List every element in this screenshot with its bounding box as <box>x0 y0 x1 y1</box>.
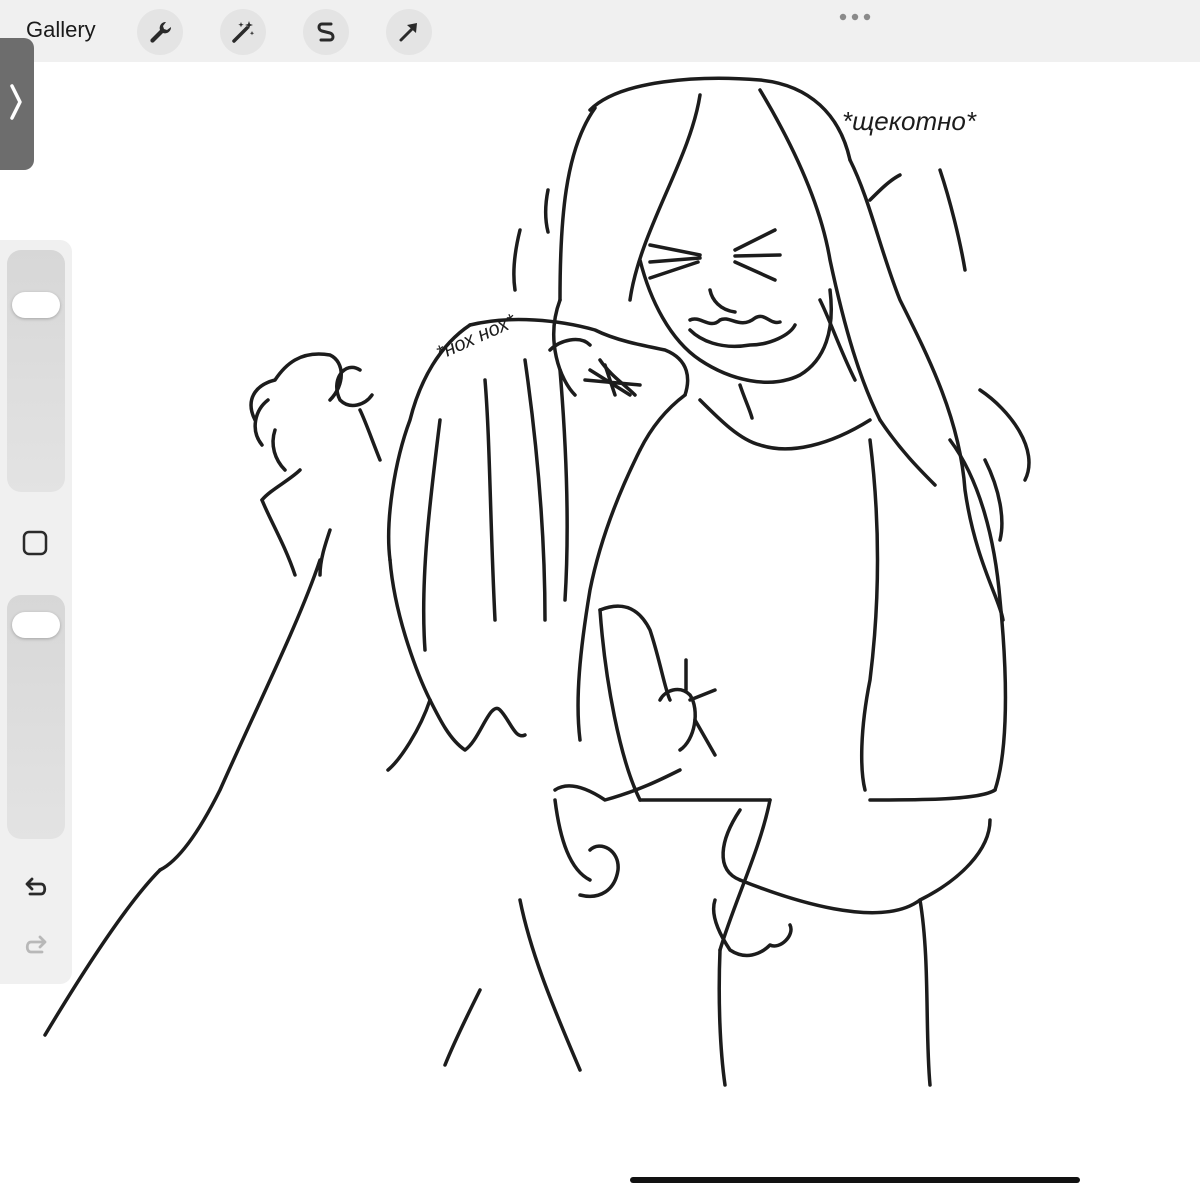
more-dots-icon[interactable] <box>838 12 872 22</box>
annotation-text-ticklish: *щекотно* <box>842 106 977 136</box>
chevron-right-icon <box>10 84 22 120</box>
actions-button[interactable] <box>137 9 183 55</box>
dog <box>43 317 690 1072</box>
girl-face <box>638 228 857 384</box>
selection-button[interactable] <box>303 9 349 55</box>
gallery-button[interactable]: Gallery <box>26 17 96 43</box>
opacity-slider[interactable] <box>7 595 65 839</box>
selection-icon <box>317 22 335 42</box>
opacity-slider-thumb[interactable] <box>12 612 60 639</box>
girl-body <box>598 383 1008 1087</box>
girl-hair <box>512 76 1031 622</box>
transform-button[interactable] <box>386 9 432 55</box>
square-icon[interactable] <box>21 529 49 557</box>
arrow-cursor-icon <box>399 23 417 42</box>
brush-size-slider-thumb[interactable] <box>12 292 60 319</box>
top-toolbar: Gallery <box>0 0 1200 62</box>
brush-size-slider[interactable] <box>7 250 65 492</box>
dog-paw-and-whiskers <box>583 363 717 757</box>
magic-wand-icon <box>232 21 255 43</box>
wrench-icon <box>150 21 172 43</box>
home-indicator[interactable] <box>630 1177 1080 1183</box>
undo-arrow-icon[interactable] <box>20 872 52 904</box>
left-sidebar <box>0 240 72 984</box>
sidebar-toggle-button[interactable] <box>0 38 34 170</box>
adjustments-button[interactable] <box>220 9 266 55</box>
annotation-text-nose: *нох нох* <box>433 310 520 365</box>
annotation-ticklish: *щекотно* <box>842 106 977 136</box>
redo-arrow-icon[interactable] <box>20 930 52 962</box>
annotation-nose: *нох нох* <box>433 310 520 365</box>
drawing-canvas[interactable]: *щекотно* *нох нох* <box>0 0 1200 1195</box>
hand-left <box>249 352 382 577</box>
